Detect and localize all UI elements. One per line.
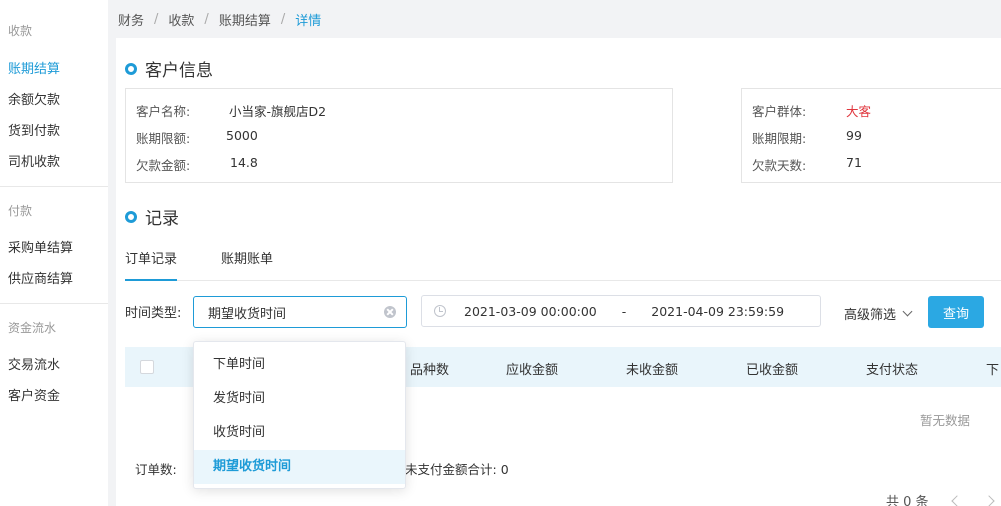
records-title: 记录 xyxy=(145,209,179,229)
chevron-left-icon[interactable] xyxy=(950,494,963,506)
col-unreceived: 未收金额 xyxy=(626,363,679,378)
dropdown-option-expected-receive-time[interactable]: 期望收货时间 xyxy=(194,450,405,484)
pagination: 共 0 条 xyxy=(886,491,995,506)
col-variety-count: 品种数 xyxy=(410,363,450,378)
unpaid-total-value: 0 xyxy=(500,462,509,477)
info-label: 欠款天数: xyxy=(752,158,807,173)
unpaid-total: 未支付金额合计: 0 xyxy=(405,459,509,478)
advanced-filter-label: 高级筛选 xyxy=(844,308,897,323)
info-customer-name: 客户名称: 小当家-旗舰店D2 xyxy=(136,101,326,120)
sidebar-item-period-settlement[interactable]: 账期结算 xyxy=(0,54,108,85)
date-range-separator: - xyxy=(621,303,627,319)
chevron-down-icon xyxy=(902,306,913,317)
info-value: 99 xyxy=(846,128,862,143)
sidebar-item-balance-debt[interactable]: 余额欠款 xyxy=(0,85,108,116)
pagination-total: 共 0 条 xyxy=(886,495,929,506)
date-range-picker[interactable]: 2021-03-09 00:00:00 - 2021-04-09 23:59:5… xyxy=(421,295,821,327)
info-value: 71 xyxy=(846,155,862,170)
col-received: 已收金额 xyxy=(746,363,799,378)
sidebar-divider xyxy=(0,303,108,304)
customer-info-box-right: 客户群体: 大客 账期限期: 99 欠款天数: 71 xyxy=(741,88,1001,183)
sidebar-item-customer-funds[interactable]: 客户资金 xyxy=(0,381,108,412)
sidebar: 收款 账期结算 余额欠款 货到付款 司机收款 付款 采购单结算 供应商结算 资金… xyxy=(0,0,108,506)
sidebar-group-cashflow: 资金流水 xyxy=(8,321,57,335)
customer-info-title: 客户信息 xyxy=(145,61,213,81)
tab-order-records[interactable]: 订单记录 xyxy=(125,248,178,281)
info-label: 客户名称: xyxy=(136,104,191,119)
info-credit-period: 账期限期: 99 xyxy=(752,128,862,147)
clock-icon xyxy=(434,305,446,317)
clear-icon[interactable] xyxy=(384,306,396,318)
chevron-right-icon[interactable] xyxy=(982,494,995,506)
advanced-filter-toggle[interactable]: 高级筛选 xyxy=(844,304,913,323)
info-credit-limit: 账期限额: 5000 xyxy=(136,128,258,147)
info-value: 14.8 xyxy=(230,155,258,170)
info-debt-days: 欠款天数: 71 xyxy=(752,155,862,174)
info-label: 账期限额: xyxy=(136,131,191,146)
dropdown-option-receive-time[interactable]: 收货时间 xyxy=(194,416,405,450)
dropdown-option-order-time[interactable]: 下单时间 xyxy=(194,348,405,382)
records-heading: 记录 xyxy=(125,204,179,229)
tab-period-bills[interactable]: 账期账单 xyxy=(221,248,273,267)
breadcrumb-separator: / xyxy=(154,11,159,27)
customer-info-heading: 客户信息 xyxy=(125,56,213,81)
breadcrumb-current: 详情 xyxy=(295,13,322,29)
section-dot-icon xyxy=(125,210,137,223)
sidebar-divider xyxy=(0,186,108,187)
unpaid-total-label: 未支付金额合计: xyxy=(405,462,497,477)
col-truncated: 下 xyxy=(986,363,1000,378)
sidebar-item-cash-on-delivery[interactable]: 货到付款 xyxy=(0,116,108,147)
sidebar-group-payables: 付款 xyxy=(8,204,33,218)
breadcrumb-receivables[interactable]: 收款 xyxy=(168,10,194,29)
info-label: 账期限期: xyxy=(752,131,807,146)
time-type-dropdown: 下单时间 发货时间 收货时间 期望收货时间 xyxy=(193,341,406,489)
dropdown-option-ship-time[interactable]: 发货时间 xyxy=(194,382,405,416)
breadcrumb-separator: / xyxy=(204,11,209,27)
info-customer-group: 客户群体: 大客 xyxy=(752,101,871,120)
sidebar-item-supplier-settlement[interactable]: 供应商结算 xyxy=(0,264,108,295)
section-dot-icon xyxy=(125,62,137,75)
date-start[interactable]: 2021-03-09 00:00:00 xyxy=(464,304,597,319)
time-type-label: 时间类型: xyxy=(125,306,182,321)
sidebar-item-driver-collection[interactable]: 司机收款 xyxy=(0,147,108,178)
info-debt-amount: 欠款金额: 14.8 xyxy=(136,155,258,174)
info-label: 欠款金额: xyxy=(136,158,191,173)
info-value-highlight: 大客 xyxy=(846,104,872,119)
time-type-value: 期望收货时间 xyxy=(208,306,287,322)
col-payment-status: 支付状态 xyxy=(866,363,919,378)
date-end[interactable]: 2021-04-09 23:59:59 xyxy=(651,304,784,319)
breadcrumb-period-settlement[interactable]: 账期结算 xyxy=(219,10,271,29)
query-button[interactable]: 查询 xyxy=(928,296,984,328)
info-value: 小当家-旗舰店D2 xyxy=(229,104,327,119)
breadcrumb: 财务 / 收款 / 账期结算 / 详情 xyxy=(108,0,1001,38)
time-type-select[interactable]: 期望收货时间 xyxy=(193,296,407,328)
records-tabs: 订单记录 账期账单 xyxy=(125,238,1001,281)
breadcrumb-finance[interactable]: 财务 xyxy=(118,10,144,29)
breadcrumb-separator: / xyxy=(280,11,286,27)
select-all-checkbox[interactable] xyxy=(140,360,154,374)
sidebar-group-receivables: 收款 xyxy=(8,24,33,38)
sidebar-item-transactions[interactable]: 交易流水 xyxy=(0,350,108,381)
info-value: 5000 xyxy=(226,128,258,143)
col-receivable: 应收金额 xyxy=(506,363,559,378)
order-count-label: 订单数: xyxy=(135,462,177,477)
customer-info-box-left: 客户名称: 小当家-旗舰店D2 账期限额: 5000 欠款金额: 14.8 xyxy=(125,88,673,183)
sidebar-item-purchase-settlement[interactable]: 采购单结算 xyxy=(0,233,108,264)
info-label: 客户群体: xyxy=(752,104,807,119)
empty-state-text: 暂无数据 xyxy=(920,413,971,428)
